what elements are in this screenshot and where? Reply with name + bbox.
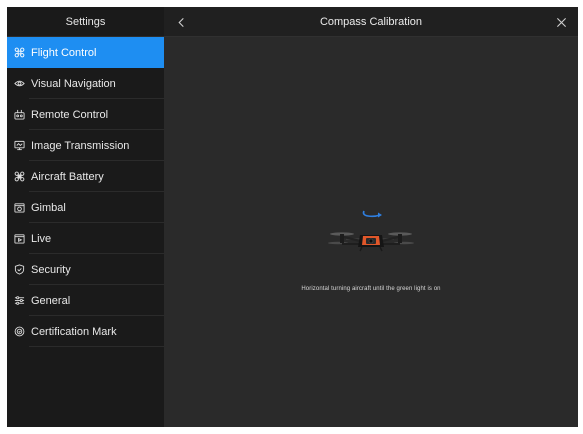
sidebar-item-visual-navigation[interactable]: Visual Navigation xyxy=(7,68,164,99)
battery-icon xyxy=(13,171,25,183)
sidebar-item-certification-mark[interactable]: Certification Mark xyxy=(7,316,164,347)
sidebar-title: Settings xyxy=(7,7,164,37)
sidebar-item-label: Remote Control xyxy=(31,108,109,121)
sidebar-item-remote-control[interactable]: Remote Control xyxy=(7,99,164,130)
sidebar-item-label: General xyxy=(31,294,71,307)
main-header: Compass Calibration xyxy=(164,7,578,37)
calibration-instruction: Horizontal turning aircraft until the gr… xyxy=(301,286,441,292)
sidebar-item-flight-control[interactable]: Flight Control xyxy=(7,37,164,68)
sidebar-item-label: Aircraft Battery xyxy=(31,170,104,183)
camera-icon xyxy=(13,202,25,214)
settings-sidebar: Settings Flight Control Visual Navigatio… xyxy=(7,7,164,427)
page-title: Compass Calibration xyxy=(319,16,423,28)
aircraft-rotation-icon xyxy=(328,210,414,252)
sidebar-item-general[interactable]: General xyxy=(7,285,164,316)
remote-controller-icon xyxy=(13,109,25,121)
close-button[interactable] xyxy=(552,13,570,31)
sidebar-item-label: Flight Control xyxy=(31,46,97,59)
sidebar-item-label: Live xyxy=(31,232,52,245)
live-icon xyxy=(13,233,25,245)
shield-icon xyxy=(13,264,25,276)
sidebar-item-label: Gimbal xyxy=(31,201,66,214)
sliders-icon xyxy=(13,295,25,307)
app-window: Settings Flight Control Visual Navigatio… xyxy=(7,7,578,427)
sidebar-item-label: Certification Mark xyxy=(31,325,117,338)
close-icon xyxy=(556,17,566,27)
sidebar-item-image-transmission[interactable]: Image Transmission xyxy=(7,130,164,161)
monitor-icon xyxy=(13,140,25,152)
main-panel: Compass Calibration Horizontal turning a… xyxy=(164,7,578,427)
sidebar-menu: Flight Control Visual Navigation Remote … xyxy=(7,37,164,347)
sidebar-item-aircraft-battery[interactable]: Aircraft Battery xyxy=(7,161,164,192)
sidebar-item-label: Image Transmission xyxy=(31,139,130,152)
sidebar-item-security[interactable]: Security xyxy=(7,254,164,285)
sidebar-item-gimbal[interactable]: Gimbal xyxy=(7,192,164,223)
sidebar-item-label: Security xyxy=(31,263,71,276)
sidebar-item-label: Visual Navigation xyxy=(31,77,116,90)
drone-icon xyxy=(13,47,25,59)
aircraft-rotation-illustration xyxy=(316,203,426,263)
sidebar-item-live[interactable]: Live xyxy=(7,223,164,254)
certification-icon xyxy=(13,326,25,338)
eye-icon xyxy=(13,78,25,90)
